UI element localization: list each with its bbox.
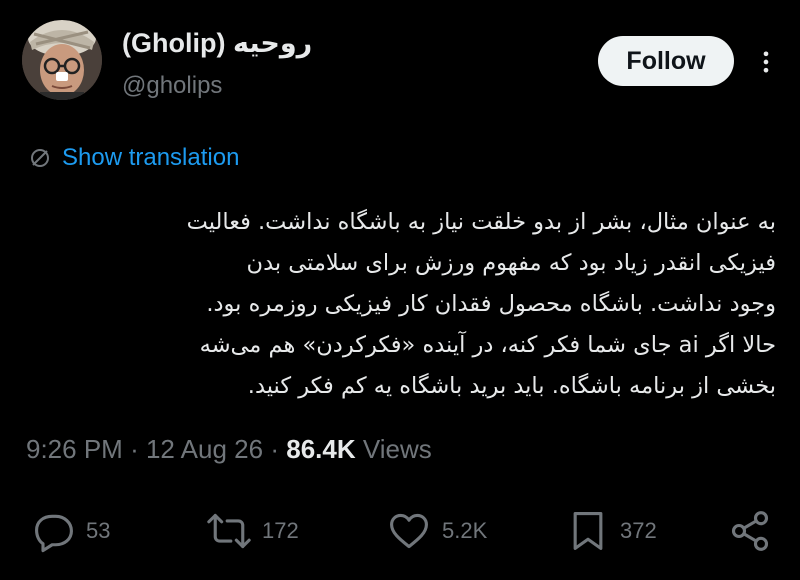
tweet-line: فیزیکی انقدر زیاد بود که مفهوم ورزش برای… bbox=[246, 250, 776, 276]
share-button[interactable] bbox=[728, 506, 782, 556]
more-options-button[interactable] bbox=[752, 48, 780, 76]
views-label: Views bbox=[362, 434, 432, 464]
repost-count: 172 bbox=[262, 518, 299, 543]
like-button[interactable]: 5.2K bbox=[386, 506, 487, 556]
views-count[interactable]: 86.4K bbox=[286, 434, 355, 464]
tweet-meta: 9:26 PM · 12 Aug 26 · 86.4K Views bbox=[26, 434, 432, 465]
like-count: 5.2K bbox=[442, 518, 488, 543]
show-translation-label: Show translation bbox=[62, 144, 240, 171]
meta-separator: · bbox=[270, 434, 279, 464]
repost-button[interactable]: 172 bbox=[206, 506, 299, 556]
avatar-photo bbox=[22, 20, 102, 100]
show-translation-link[interactable]: Show translation bbox=[28, 144, 239, 172]
heart-icon bbox=[390, 513, 428, 549]
repost-icon bbox=[207, 513, 251, 549]
tweet-date[interactable]: 12 Aug 26 bbox=[146, 434, 263, 464]
action-bar: 53 172 5.2K 372 bbox=[0, 506, 800, 556]
reply-count: 53 bbox=[86, 518, 111, 543]
follow-button[interactable]: Follow bbox=[598, 36, 734, 86]
avatar[interactable] bbox=[22, 20, 102, 100]
bookmark-count: 372 bbox=[620, 518, 657, 543]
tweet-line: حالا اگر ai جای شما فکر کنه، در آینده «ف… bbox=[199, 332, 776, 358]
tweet-text: به عنوان مثال، بشر از بدو خلقت نیاز به ب… bbox=[96, 202, 776, 407]
tweet-time[interactable]: 9:26 PM bbox=[26, 434, 123, 464]
tweet-line: وجود نداشت. باشگاه محصول فقدان کار فیزیک… bbox=[206, 291, 776, 317]
bookmark-button[interactable]: 372 bbox=[566, 506, 657, 556]
reply-button[interactable]: 53 bbox=[32, 506, 110, 556]
more-options-icon bbox=[763, 51, 769, 73]
translate-icon bbox=[28, 146, 52, 170]
user-handle[interactable]: @gholips bbox=[122, 72, 222, 100]
display-name[interactable]: (Gholip) روحیه bbox=[122, 28, 312, 59]
tweet-line: بخشی از برنامه باشگاه. باید برید باشگاه … bbox=[247, 373, 776, 399]
reply-icon bbox=[35, 514, 73, 553]
bookmark-icon bbox=[573, 512, 603, 550]
share-icon bbox=[731, 511, 769, 551]
tweet-line: به عنوان مثال، بشر از بدو خلقت نیاز به ب… bbox=[186, 209, 776, 235]
meta-separator: · bbox=[130, 434, 139, 464]
